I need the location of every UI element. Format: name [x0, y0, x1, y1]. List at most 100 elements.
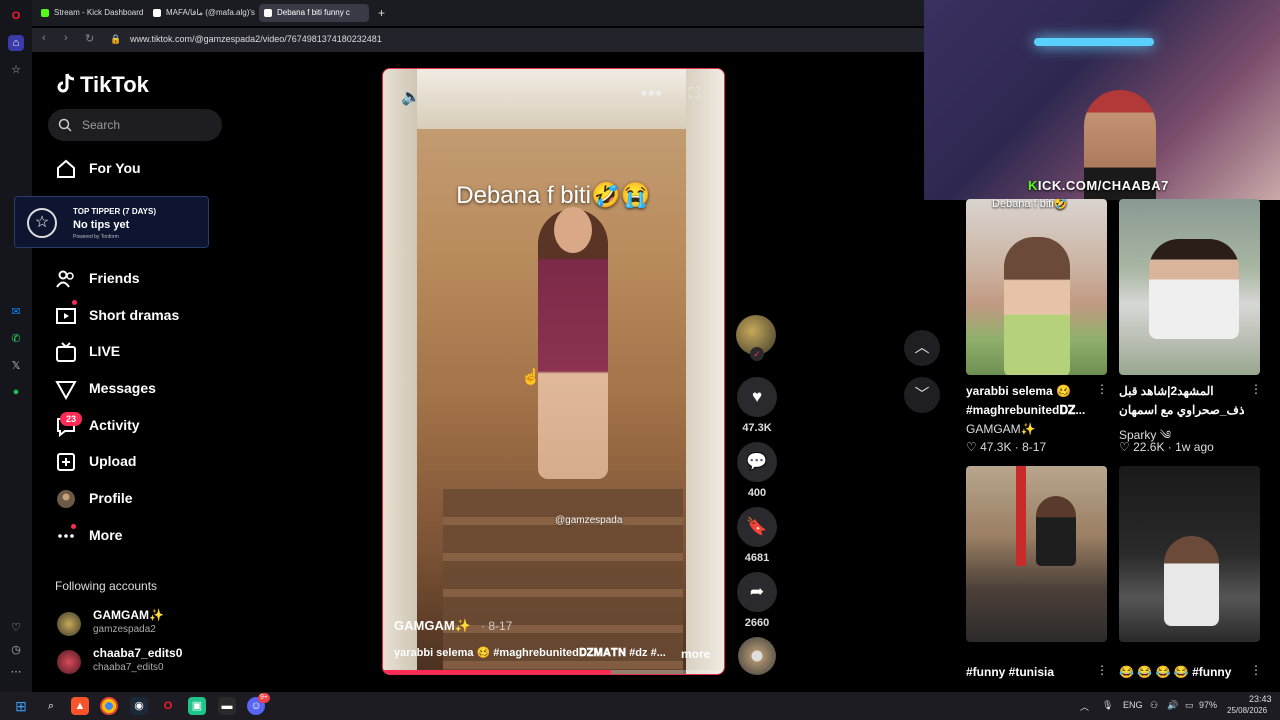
- related-video-thumbnail[interactable]: [966, 466, 1107, 642]
- more-options-icon[interactable]: ⋮: [1250, 663, 1262, 677]
- nav-live[interactable]: LIVE: [55, 337, 225, 367]
- related-video-subtitle[interactable]: #maghrebunited𝐃𝐙...: [966, 403, 1091, 418]
- nav-label: Short dramas: [89, 307, 180, 323]
- related-video-subtitle[interactable]: الحذف_صحراوي مع اسمهان...: [1119, 403, 1244, 417]
- nav-upload[interactable]: Upload: [55, 447, 225, 477]
- network-icon[interactable]: ⚇: [1150, 700, 1158, 711]
- nav-short-dramas[interactable]: Short dramas: [55, 300, 225, 331]
- windows-start-icon[interactable]: ⊞: [12, 697, 30, 715]
- nav-for-you[interactable]: For You: [55, 154, 225, 184]
- opera-icon[interactable]: O: [159, 697, 177, 715]
- related-video-author[interactable]: GAMGAM✨: [966, 422, 1036, 436]
- reload-icon[interactable]: ↻: [85, 32, 94, 45]
- related-video-thumbnail[interactable]: Debana f biti🤣: [966, 199, 1107, 375]
- kick-url: ICK.COM/CHAABA7: [1037, 178, 1169, 193]
- forward-icon[interactable]: ›: [64, 32, 68, 44]
- chrome-icon[interactable]: [100, 697, 118, 715]
- tab-kick-dashboard[interactable]: Stream - Kick Dashboard: [36, 4, 146, 22]
- app-icon[interactable]: ▣: [188, 697, 206, 715]
- home-icon[interactable]: ⌂: [8, 35, 24, 51]
- search-icon[interactable]: ⌕: [42, 697, 60, 715]
- share-icon: ➦: [749, 582, 765, 601]
- video-progress-bar[interactable]: [383, 670, 724, 674]
- related-video-thumbnail[interactable]: [1119, 199, 1260, 375]
- related-video-thumbnail[interactable]: [1119, 466, 1260, 642]
- music-disc-icon[interactable]: [738, 637, 776, 675]
- tiktok-logo-icon[interactable]: [55, 72, 77, 96]
- clock-time[interactable]: 23:43: [1249, 694, 1272, 704]
- more-options-icon[interactable]: •••: [641, 83, 663, 104]
- home-icon: [57, 159, 75, 178]
- video-player[interactable]: Debana f biti🤣😭 @gamzespada 🔈 ••• ⛶ GAMG…: [382, 68, 725, 675]
- opera-logo-icon[interactable]: O: [8, 8, 24, 24]
- more-options-icon[interactable]: ⋮: [1250, 382, 1262, 396]
- nav-profile[interactable]: Profile: [55, 484, 225, 514]
- avatar: [57, 612, 81, 636]
- like-button[interactable]: ♥: [737, 377, 777, 417]
- following-account[interactable]: chaaba7_edits0 chaaba7_edits0: [57, 646, 237, 680]
- fullscreen-icon[interactable]: ⛶: [689, 85, 700, 102]
- back-icon[interactable]: ‹: [42, 32, 46, 44]
- x-icon[interactable]: 𝕏: [8, 358, 24, 374]
- clock-date[interactable]: 25/08/2026: [1227, 706, 1267, 715]
- more-options-icon[interactable]: ⋮: [1096, 663, 1108, 677]
- comment-button[interactable]: 💬: [737, 442, 777, 482]
- heart-icon[interactable]: ♡: [8, 620, 24, 636]
- nav-messages[interactable]: Messages: [55, 374, 225, 404]
- share-button[interactable]: ➦: [737, 572, 777, 612]
- short-dramas-icon: [56, 308, 76, 324]
- windows-taskbar: ⊞ ⌕ ▲ ◉ O ▣ ▬ ☺ 9+ ︿ 🎙 ENG ⚇ 🔊 ▭ 97% 23:…: [0, 692, 1280, 720]
- microphone-icon[interactable]: 🎙: [1102, 700, 1113, 711]
- terminal-icon[interactable]: ▬: [218, 697, 236, 715]
- video-subject-head: [554, 207, 592, 253]
- language-indicator[interactable]: ENG: [1123, 700, 1143, 710]
- share-count: 2660: [744, 617, 770, 629]
- more-options-icon[interactable]: ⋮: [1096, 382, 1108, 396]
- follow-check-icon[interactable]: ✓: [750, 347, 764, 361]
- more-dots-icon[interactable]: ⋯: [8, 664, 24, 680]
- related-video-title[interactable]: yarabbi selema 🥴: [966, 384, 1091, 398]
- tab-mafa[interactable]: MAFA/مافا (@mafa.alg)'s: [148, 4, 256, 22]
- video-author[interactable]: GAMGAM✨: [394, 618, 471, 634]
- chevron-up-icon[interactable]: ︿: [1080, 700, 1089, 713]
- account-name: GAMGAM✨: [93, 608, 164, 622]
- messenger-icon[interactable]: ✉: [8, 304, 24, 320]
- video-caption-overlay: Debana f biti🤣😭: [456, 182, 651, 209]
- previous-video-button[interactable]: ︿: [904, 330, 940, 366]
- tab-tiktok-video[interactable]: Debana f biti funny c: [259, 4, 369, 22]
- nav-label: Activity: [89, 417, 140, 433]
- whatsapp-icon[interactable]: ✆: [8, 331, 24, 347]
- lock-icon: 🔒: [110, 34, 122, 44]
- next-video-button[interactable]: ﹀: [904, 377, 940, 413]
- top-tipper-widget: ☆ TOP TIPPER (7 DAYS) No tips yet Powere…: [14, 196, 209, 248]
- nav-more[interactable]: More: [55, 521, 225, 551]
- steam-icon[interactable]: ◉: [130, 697, 148, 715]
- url-text[interactable]: www.tiktok.com/@gamzespada2/video/767498…: [130, 34, 382, 44]
- search-input[interactable]: Search: [48, 109, 222, 141]
- related-video-title[interactable]: 😂 😂 😂 😂 #funny: [1119, 665, 1244, 679]
- thumbnail-subject: [1036, 496, 1076, 566]
- battery-icon[interactable]: ▭: [1185, 700, 1194, 711]
- nav-friends[interactable]: Friends: [55, 264, 225, 294]
- history-icon[interactable]: ◷: [8, 642, 24, 658]
- following-account[interactable]: GAMGAM✨ gamzespada2: [57, 608, 237, 642]
- tiktok-logo[interactable]: TikTok: [80, 72, 149, 98]
- account-handle: chaaba7_edits0: [93, 662, 164, 673]
- brave-icon[interactable]: ▲: [71, 697, 89, 715]
- volume-icon[interactable]: 🔊: [1167, 700, 1178, 711]
- kick-icon: [41, 9, 49, 17]
- star-icon[interactable]: ☆: [8, 62, 24, 78]
- heart-icon: ♥: [751, 387, 763, 406]
- new-tab-button[interactable]: +: [374, 4, 390, 22]
- related-video-title[interactable]: #funny #tunisia: [966, 665, 1091, 679]
- related-video-title[interactable]: المشهد2|شاهد قبل: [1119, 384, 1244, 398]
- volume-icon[interactable]: 🔈: [401, 87, 421, 107]
- nav-label: Friends: [89, 270, 140, 286]
- nav-label: Profile: [89, 490, 133, 506]
- spotify-icon[interactable]: ●: [8, 384, 24, 400]
- avatar: [57, 650, 81, 674]
- description-more-link[interactable]: more: [681, 647, 710, 661]
- save-button[interactable]: 🔖: [737, 507, 777, 547]
- video-date: · 8-17: [481, 619, 513, 633]
- webcam-led-light: [1034, 38, 1154, 46]
